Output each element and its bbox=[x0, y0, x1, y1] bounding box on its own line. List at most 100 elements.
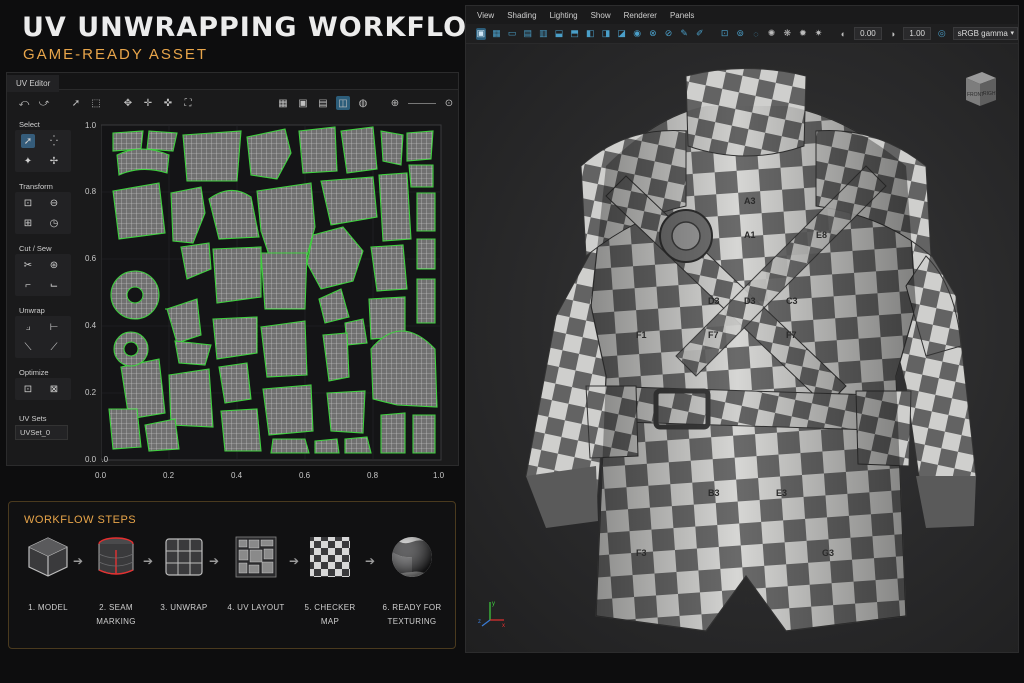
checkered-jacket-model: A3 D3 F1 F7 B3 E3 F3 R2 C3 A1 E8 D3 F7 G… bbox=[525, 68, 977, 632]
stitch-icon[interactable]: ⤻ bbox=[37, 96, 51, 110]
distortion-display-icon[interactable]: ◍ bbox=[356, 96, 370, 110]
y-tick-2: 0.6 bbox=[85, 254, 97, 263]
color-space-value: sRGB gamma bbox=[957, 29, 1008, 38]
cube-icon bbox=[28, 537, 68, 577]
viewport-menubar: View Shading Lighting Show Renderer Pane… bbox=[466, 6, 1018, 24]
brush-icon[interactable]: ✎ bbox=[679, 28, 689, 40]
move-uv-icon[interactable]: ✛ bbox=[141, 96, 155, 110]
y-tick-3: 0.4 bbox=[85, 321, 97, 330]
uv-editor-panel: UV Editor ⤺ ⤻ ➚ ⬚ ✥ ✛ ✜ ⛶ ▦ ▣ ▤ ◫ ◍ ⊕ ⊙ … bbox=[6, 72, 459, 480]
unfold-icon[interactable]: ⤺ bbox=[17, 96, 31, 110]
select-arrow-icon[interactable]: ➚ bbox=[69, 96, 83, 110]
arrow-icon: ➔ bbox=[209, 554, 220, 568]
xray-icon[interactable]: ⊘ bbox=[664, 28, 674, 40]
tab-uv-editor[interactable]: UV Editor bbox=[7, 75, 60, 92]
relax-tool-icon[interactable]: ⟍ bbox=[21, 340, 35, 354]
checker-sphere-icon bbox=[392, 537, 432, 577]
isolate-icon[interactable]: ⊡ bbox=[720, 28, 730, 40]
film-gate-icon[interactable]: ▭ bbox=[507, 28, 517, 40]
split-tool-icon[interactable]: ⌐ bbox=[21, 278, 35, 292]
transform-icon[interactable]: ✜ bbox=[161, 96, 175, 110]
light-icon[interactable]: ◉ bbox=[632, 28, 642, 40]
sew-tool-icon[interactable]: ⊛ bbox=[47, 258, 61, 272]
field-chart-icon[interactable]: ▥ bbox=[539, 28, 549, 40]
step-4-label: 4. UV LAYOUT bbox=[227, 603, 285, 612]
optimize-tool-icon[interactable]: ⊡ bbox=[21, 382, 35, 396]
uv-shell-display-icon[interactable]: ◫ bbox=[336, 96, 350, 110]
menu-panels[interactable]: Panels bbox=[670, 11, 694, 20]
checker-display-icon[interactable]: ▦ bbox=[276, 96, 290, 110]
checker-label: F3 bbox=[636, 548, 647, 558]
flip-uv-icon[interactable]: ⊖ bbox=[47, 196, 61, 210]
safe-action-icon[interactable]: ⬓ bbox=[554, 28, 564, 40]
shadow-icon[interactable]: ⊗ bbox=[648, 28, 658, 40]
zoom-handle-icon[interactable]: ⊙ bbox=[442, 96, 456, 110]
grid-icon[interactable]: ▦ bbox=[492, 28, 502, 40]
gamma-icon: ◑ bbox=[889, 28, 896, 39]
multisample-icon[interactable]: ✺ bbox=[767, 28, 777, 40]
optimize-uniform-icon[interactable]: ⊠ bbox=[47, 382, 61, 396]
exposure-field[interactable]: 0.00 bbox=[854, 27, 882, 40]
checker-label: G3 bbox=[822, 548, 834, 558]
axis-gizmo: y x z bbox=[478, 601, 505, 628]
pivot-icon[interactable]: ⊕ bbox=[388, 96, 402, 110]
select-tools-group: ➚ ⁛ ✦ ✢ bbox=[15, 130, 71, 172]
layout-tool-icon[interactable]: ⟋ bbox=[47, 340, 61, 354]
section-label-optimize: Optimize bbox=[19, 368, 49, 377]
menu-renderer[interactable]: Renderer bbox=[624, 11, 657, 20]
smooth-shade-icon[interactable]: ◧ bbox=[585, 28, 595, 40]
optimize-tools-group: ⊡ ⊠ bbox=[15, 378, 71, 400]
zoom-slider[interactable] bbox=[408, 102, 436, 104]
camera-icon[interactable]: ▣ bbox=[476, 27, 486, 40]
uv-set-dropdown[interactable]: UVSet_0 bbox=[15, 425, 68, 440]
page-subtitle: GAME-READY ASSET bbox=[23, 46, 209, 63]
color-management-icon[interactable]: ◎ bbox=[937, 28, 947, 40]
x-tick-2: 0.4 bbox=[231, 471, 243, 480]
gamma-field[interactable]: 1.00 bbox=[903, 27, 931, 40]
section-label-cut-sew: Cut / Sew bbox=[19, 244, 52, 253]
x-tick-3: 0.6 bbox=[299, 471, 311, 480]
move-icon[interactable]: ✥ bbox=[121, 96, 135, 110]
vertex-select-icon[interactable]: ✦ bbox=[21, 154, 35, 168]
uv-layout-canvas[interactable]: 0.0 bbox=[101, 113, 457, 464]
straighten-tool-icon[interactable]: ⊢ bbox=[47, 320, 61, 334]
pen-icon[interactable]: ✐ bbox=[695, 28, 705, 40]
hdr-icon[interactable]: ✷ bbox=[814, 28, 824, 40]
depth-of-field-icon[interactable]: ❋ bbox=[782, 28, 792, 40]
menu-shading[interactable]: Shading bbox=[507, 11, 536, 20]
color-space-select[interactable]: sRGB gamma ▾ bbox=[952, 27, 1018, 40]
section-label-select: Select bbox=[19, 120, 40, 129]
unfold-tool-icon[interactable]: ⟓ bbox=[21, 320, 35, 334]
rotate-clock-icon[interactable]: ◷ bbox=[47, 216, 61, 230]
step-2-label-line1: 2. SEAM bbox=[99, 603, 133, 612]
merge-tool-icon[interactable]: ⌙ bbox=[47, 278, 61, 292]
texture-display-icon[interactable]: ▣ bbox=[296, 96, 310, 110]
resolution-gate-icon[interactable]: ▤ bbox=[523, 28, 533, 40]
wireframe-icon[interactable]: ⬒ bbox=[570, 28, 580, 40]
ssr-icon[interactable]: ✹ bbox=[798, 28, 808, 40]
3d-viewport[interactable]: View Shading Lighting Show Renderer Pane… bbox=[465, 5, 1019, 653]
cut-tool-icon[interactable]: ✂ bbox=[21, 258, 35, 272]
grid-display-icon[interactable]: ▤ bbox=[316, 96, 330, 110]
viewport-toolbar: ▣ ▦ ▭ ▤ ▥ ⬓ ⬒ ◧ ◨ ◪ ◉ ⊗ ⊘ ✎ ✐ ⊡ ⊚ ◌ ✺ ❋ … bbox=[466, 24, 1018, 44]
ao-icon[interactable]: ⊚ bbox=[735, 28, 745, 40]
rotate-uv-icon[interactable]: ⊞ bbox=[21, 216, 35, 230]
menu-view[interactable]: View bbox=[477, 11, 494, 20]
scale-icon[interactable]: ⛶ bbox=[181, 96, 195, 110]
texture-icon[interactable]: ◪ bbox=[617, 28, 627, 40]
scale-uv-icon[interactable]: ⊡ bbox=[21, 196, 35, 210]
step-2-label-line2: MARKING bbox=[96, 617, 136, 626]
checker-map-icon bbox=[310, 537, 350, 577]
flat-shade-icon[interactable]: ◨ bbox=[601, 28, 611, 40]
edge-select-icon[interactable]: ✢ bbox=[47, 154, 61, 168]
menu-show[interactable]: Show bbox=[591, 11, 611, 20]
marquee-select-icon[interactable]: ⬚ bbox=[89, 96, 103, 110]
menu-lighting[interactable]: Lighting bbox=[550, 11, 578, 20]
select-tool-icon[interactable]: ➚ bbox=[21, 134, 35, 148]
step-1-label: 1. MODEL bbox=[28, 603, 68, 612]
y-tick-0: 1.0 bbox=[85, 121, 97, 130]
lasso-select-icon[interactable]: ⁛ bbox=[47, 134, 61, 148]
page-title: UV UNWRAPPING WORKFLOW bbox=[22, 12, 498, 43]
checker-label: A1 bbox=[744, 230, 756, 240]
motion-blur-icon[interactable]: ◌ bbox=[751, 28, 761, 40]
